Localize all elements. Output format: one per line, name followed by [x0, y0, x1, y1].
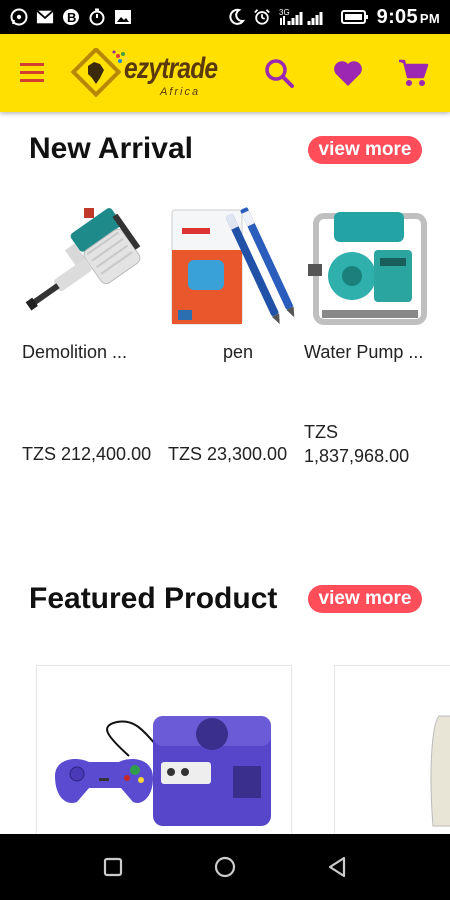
featured-product-card[interactable] — [36, 665, 292, 837]
product-name: pen — [222, 342, 254, 362]
featured-view-more-button[interactable]: view more — [308, 585, 422, 613]
water-pump-image[interactable] — [304, 198, 444, 336]
status-bar: B 3G 9:05 PM — [0, 0, 450, 34]
status-bar-right: 3G 9:05 PM — [227, 6, 440, 29]
featured-product-title: Featured Product — [29, 582, 278, 615]
status-time: 9:05 PM — [376, 5, 440, 28]
product-name: Demolition ... — [22, 342, 128, 362]
system-navigation-bar — [0, 834, 450, 900]
product-price: TZS 1,837,968.00 — [304, 422, 410, 466]
demolition-hammer-image[interactable] — [22, 198, 162, 336]
moon-icon — [227, 8, 245, 26]
battery-icon — [340, 8, 369, 26]
recent-apps-button[interactable] — [98, 852, 128, 882]
cart-icon[interactable] — [396, 56, 430, 90]
featured-product-image — [430, 715, 450, 827]
gmail-icon — [36, 8, 54, 26]
logo-subtitle: Africa — [160, 86, 201, 98]
gamecube-image — [55, 716, 271, 826]
logo-text: ezytrade — [124, 52, 218, 85]
menu-icon[interactable] — [18, 62, 48, 84]
whatsapp-icon — [10, 8, 28, 26]
image-icon — [114, 8, 132, 26]
signal-icon: 3G — [279, 8, 333, 26]
status-bar-left: B — [10, 8, 132, 26]
svg-text:3G: 3G — [279, 8, 290, 17]
stopwatch-icon — [88, 8, 106, 26]
new-arrival-title: New Arrival — [29, 132, 193, 165]
back-button[interactable] — [322, 852, 352, 882]
app-bar: ezytrade Africa — [0, 34, 450, 112]
home-button[interactable] — [210, 852, 240, 882]
alarm-icon — [253, 8, 271, 26]
new-arrival-view-more-button[interactable]: view more — [308, 136, 422, 164]
pen-image[interactable] — [168, 198, 308, 336]
bitcoin-icon: B — [62, 8, 80, 26]
featured-product-card[interactable] — [334, 665, 450, 837]
heart-icon[interactable] — [331, 56, 365, 90]
svg-text:B: B — [67, 10, 76, 25]
product-name: Water Pump ... — [304, 342, 424, 362]
product-price: TZS 212,400.00 — [22, 444, 152, 464]
product-price: TZS 23,300.00 — [168, 444, 288, 464]
search-icon[interactable] — [262, 56, 296, 90]
